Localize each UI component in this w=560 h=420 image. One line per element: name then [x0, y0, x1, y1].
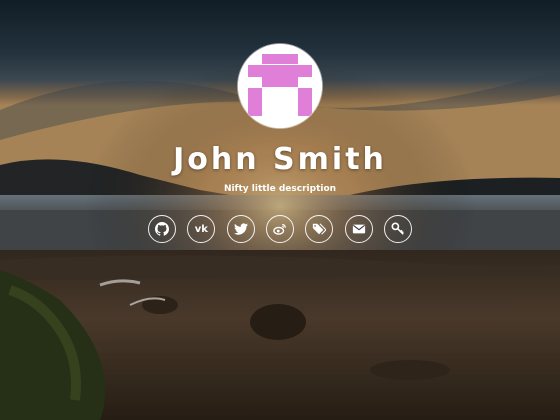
avatar [238, 44, 322, 128]
twitter-icon [233, 223, 248, 235]
vk-link[interactable]: vk [187, 215, 216, 243]
weibo-link[interactable] [265, 215, 294, 243]
profile-name: John Smith [173, 142, 387, 177]
tag-icon [313, 223, 327, 235]
social-links: vk [148, 215, 412, 245]
envelope-icon [352, 224, 365, 234]
key-icon [391, 222, 404, 235]
vk-icon: vk [194, 223, 208, 235]
github-icon [155, 222, 169, 236]
tags-link[interactable] [305, 215, 334, 243]
twitter-link[interactable] [226, 215, 255, 243]
keybase-link[interactable] [383, 215, 412, 243]
profile-description: Nifty little description [223, 184, 337, 194]
github-link[interactable] [148, 215, 176, 243]
weibo-icon [273, 224, 286, 235]
identicon-avatar-icon [238, 44, 322, 128]
email-link[interactable] [344, 215, 373, 243]
